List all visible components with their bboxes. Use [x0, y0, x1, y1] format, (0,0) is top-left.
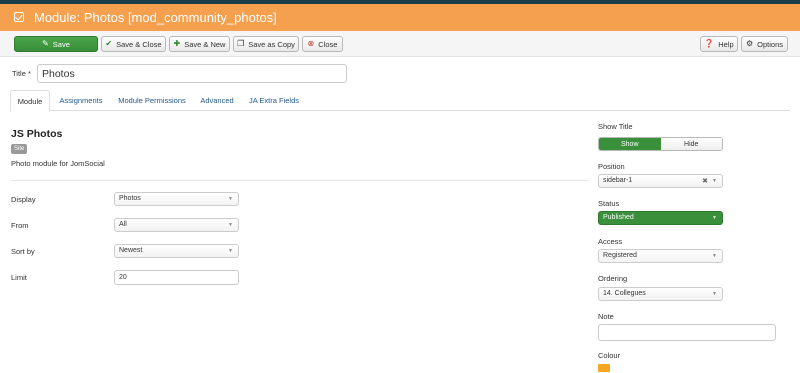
show-option[interactable]: Show: [599, 138, 661, 150]
status-label: Status: [598, 199, 620, 208]
edit-icon: ✎: [42, 39, 49, 48]
caret-down-icon: ▼: [228, 222, 233, 228]
divider: [11, 180, 588, 181]
access-label: Access: [598, 237, 623, 246]
from-label: From: [11, 221, 29, 230]
caret-down-icon: ▼: [228, 248, 233, 254]
tab-advanced[interactable]: Advanced: [197, 90, 237, 111]
show-title-label: Show Title: [598, 122, 633, 131]
position-value: sidebar-1: [603, 177, 633, 184]
from-value: All: [119, 221, 127, 228]
colour-swatch[interactable]: [598, 364, 610, 372]
question-icon: ❓: [704, 39, 715, 48]
from-select[interactable]: All ▼: [114, 218, 239, 232]
module-description: Photo module for JomSocial: [11, 159, 105, 168]
sort-label: Sort by: [11, 247, 35, 256]
copy-icon: ❐: [237, 39, 245, 48]
close-circle-icon: ⊗: [307, 39, 315, 48]
colour-label: Colour: [598, 351, 621, 360]
title-input[interactable]: Photos: [37, 64, 347, 83]
plus-icon: ✚: [173, 39, 181, 48]
save-close-label: Save & Close: [116, 39, 162, 49]
title-label: Title *: [12, 69, 31, 78]
save-button[interactable]: ✎ Save: [14, 36, 98, 52]
gear-icon: ⚙: [745, 39, 754, 48]
tab-bar: Module Assignments Module Permissions Ad…: [10, 90, 790, 112]
toolbar: ✎ Save ✔ Save & Close ✚ Save & New ❐ Sav…: [0, 31, 800, 57]
caret-down-icon: ▼: [228, 196, 233, 202]
save-close-button[interactable]: ✔ Save & Close: [101, 36, 166, 52]
show-title-toggle: Show Hide: [598, 137, 723, 151]
check-square-icon: [14, 12, 24, 22]
site-badge: Site: [11, 144, 28, 154]
save-new-button[interactable]: ✚ Save & New: [169, 36, 230, 52]
ordering-label: Ordering: [598, 274, 628, 283]
title-bar: Module: Photos [mod_community_photos]: [0, 4, 800, 31]
caret-down-icon: ▼: [712, 178, 717, 184]
status-value: Published: [603, 214, 634, 221]
sort-value: Newest: [119, 247, 143, 254]
help-label: Help: [718, 39, 734, 49]
limit-label: Limit: [11, 273, 27, 282]
module-name: JS Photos: [11, 128, 63, 140]
options-button[interactable]: ⚙ Options: [741, 36, 788, 52]
save-new-label: Save & New: [184, 39, 226, 49]
hide-option[interactable]: Hide: [660, 138, 722, 150]
save-label: Save: [52, 39, 70, 49]
help-button[interactable]: ❓ Help: [700, 36, 738, 52]
note-label: Note: [598, 312, 614, 321]
tab-assignments[interactable]: Assignments: [55, 90, 107, 111]
limit-input[interactable]: 20: [114, 270, 239, 285]
tab-module[interactable]: Module: [10, 90, 50, 112]
position-select[interactable]: sidebar-1 ✖ ▼: [598, 174, 723, 188]
caret-down-icon: ▼: [712, 253, 717, 259]
page-title: Module: Photos [mod_community_photos]: [34, 10, 277, 25]
save-copy-button[interactable]: ❐ Save as Copy: [233, 36, 299, 52]
note-input[interactable]: [598, 324, 776, 341]
ordering-select[interactable]: 14. Collegues ▼: [598, 287, 723, 301]
display-value: Photos: [119, 195, 141, 202]
check-icon: ✔: [105, 39, 113, 48]
options-label: Options: [757, 39, 784, 49]
tab-ja-extra-fields[interactable]: JA Extra Fields: [246, 90, 302, 111]
clear-icon[interactable]: ✖: [702, 177, 708, 185]
save-copy-label: Save as Copy: [248, 39, 295, 49]
sort-select[interactable]: Newest ▼: [114, 244, 239, 258]
position-label: Position: [598, 162, 625, 171]
caret-down-icon: ▼: [712, 215, 717, 221]
caret-down-icon: ▼: [712, 291, 717, 297]
tab-module-permissions[interactable]: Module Permissions: [113, 90, 191, 111]
access-select[interactable]: Registered ▼: [598, 249, 723, 263]
status-select[interactable]: Published ▼: [598, 211, 723, 225]
access-value: Registered: [603, 252, 637, 259]
ordering-value: 14. Collegues: [603, 290, 646, 297]
close-button[interactable]: ⊗ Close: [302, 36, 343, 52]
display-select[interactable]: Photos ▼: [114, 192, 239, 206]
close-label: Close: [318, 39, 338, 49]
display-label: Display: [11, 195, 36, 204]
